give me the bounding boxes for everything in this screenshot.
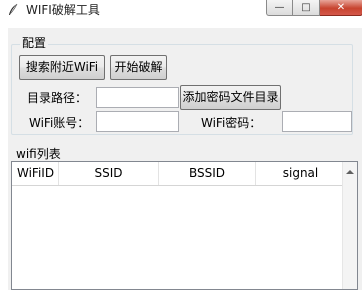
dir-path-label: 目录路径： <box>27 91 88 105</box>
minimize-button[interactable]: — <box>266 0 293 16</box>
wifi-password-label: WiFi密码： <box>201 116 262 130</box>
wifi-account-label: WiFi账号： <box>29 116 90 130</box>
column-header-wifiid[interactable]: WiFiID <box>12 162 59 185</box>
app-window: WIFI破解工具 — □ ✕ 配置 搜索附近WiFi 开始破解 目录路径： 添加… <box>0 0 362 290</box>
add-password-file-button[interactable]: 添加密码文件目录 <box>180 85 281 110</box>
wifi-list-header: WiFiID SSID BSSID signal <box>12 162 345 186</box>
column-header-signal[interactable]: signal <box>256 162 345 185</box>
minimize-icon: — <box>274 2 285 13</box>
scroll-up-arrow-icon[interactable] <box>346 170 354 174</box>
maximize-icon: □ <box>301 2 311 13</box>
client-area: 配置 搜索附近WiFi 开始破解 目录路径： 添加密码文件目录 WiFi账号： … <box>8 28 362 290</box>
maximize-button[interactable]: □ <box>293 0 320 16</box>
window-controls: — □ ✕ <box>266 0 362 17</box>
column-header-bssid[interactable]: BSSID <box>159 162 256 185</box>
config-legend: 配置 <box>20 36 49 50</box>
feather-icon <box>9 3 18 15</box>
window-title: WIFI破解工具 <box>26 3 100 17</box>
start-crack-button[interactable]: 开始破解 <box>110 55 167 80</box>
wifi-password-input[interactable] <box>282 111 352 132</box>
close-icon: ✕ <box>336 2 346 13</box>
title-bar: WIFI破解工具 — □ ✕ <box>0 0 362 21</box>
close-button[interactable]: ✕ <box>320 0 362 16</box>
column-header-ssid[interactable]: SSID <box>59 162 159 185</box>
vertical-scrollbar[interactable] <box>342 162 357 289</box>
scan-wifi-button[interactable]: 搜索附近WiFi <box>19 55 105 80</box>
dir-path-input[interactable] <box>96 87 179 108</box>
wifi-list-legend: wifi列表 <box>15 147 62 161</box>
wifi-account-input[interactable] <box>96 111 179 132</box>
wifi-list[interactable]: WiFiID SSID BSSID signal <box>11 161 358 290</box>
